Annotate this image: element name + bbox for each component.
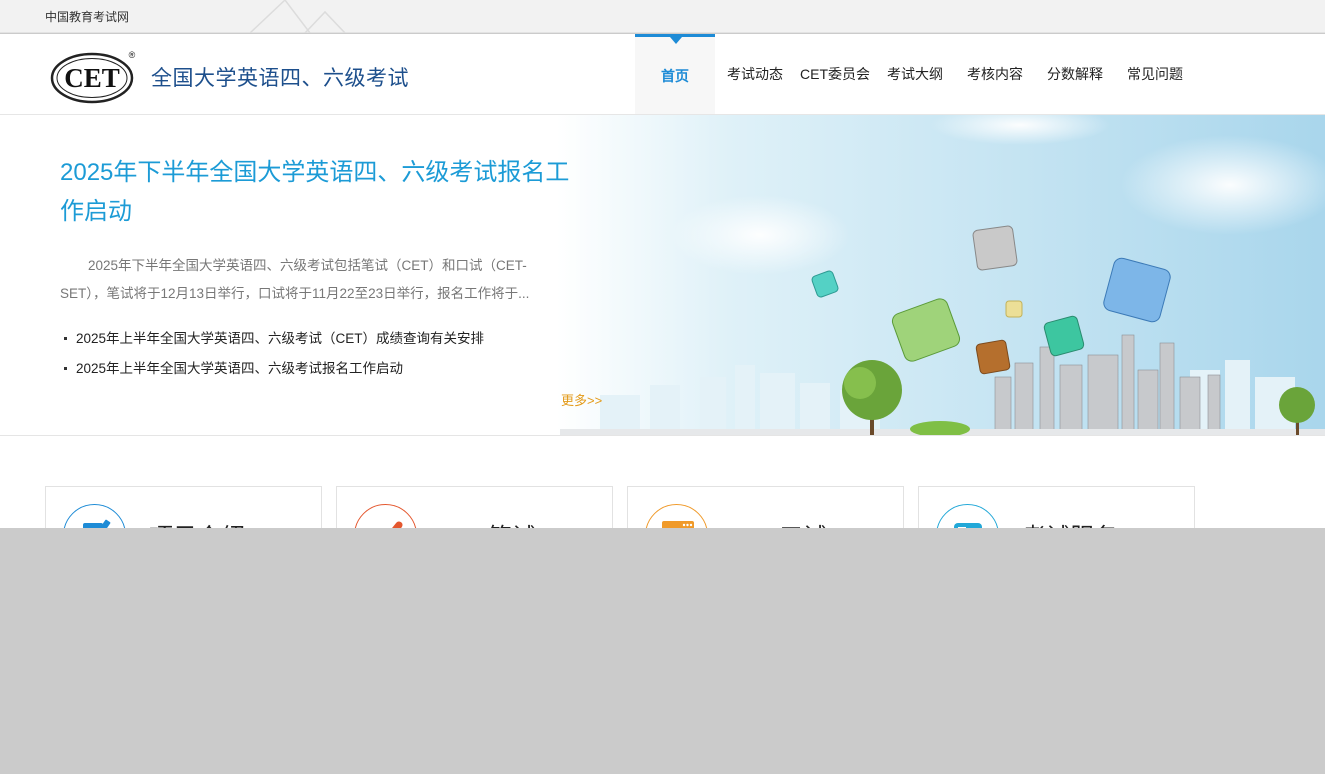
- nav-item-content[interactable]: 考核内容: [955, 34, 1035, 114]
- card-project-intro[interactable]: 项目介绍: [45, 486, 322, 528]
- unloaded-area: [0, 528, 1325, 774]
- nav-label: 首页: [661, 67, 689, 84]
- card-label: 考试服务: [1022, 517, 1118, 528]
- nav-label: 考试动态: [727, 66, 783, 82]
- nav-item-committee[interactable]: CET委员会: [795, 34, 875, 114]
- nav-label: CET委员会: [800, 66, 870, 82]
- headline-news-title[interactable]: 2025年下半年全国大学英语四、六级考试报名工作启动: [60, 153, 580, 231]
- nav-item-news[interactable]: 考试动态: [715, 34, 795, 114]
- news-list: 2025年上半年全国大学英语四、六级考试（CET）成绩查询有关安排 2025年上…: [62, 324, 484, 384]
- news-item[interactable]: 2025年上半年全国大学英语四、六级考试报名工作启动: [62, 354, 484, 384]
- mountain-decoration: [250, 0, 346, 33]
- card-icon-circle: [354, 504, 417, 528]
- active-caret: [670, 37, 682, 44]
- site-title[interactable]: 全国大学英语四、六级考试: [151, 62, 409, 92]
- document-pen-icon: [82, 519, 110, 528]
- card-label: 项目介绍: [149, 517, 245, 528]
- more-link[interactable]: 更多>>: [561, 390, 602, 409]
- nav-item-faq[interactable]: 常见问题: [1115, 34, 1195, 114]
- nav-label: 常见问题: [1127, 66, 1183, 82]
- nav-item-home[interactable]: 首页: [635, 34, 715, 114]
- card-cet-written[interactable]: CET笔试: [336, 486, 613, 528]
- news-item[interactable]: 2025年上半年全国大学英语四、六级考试（CET）成绩查询有关安排: [62, 324, 484, 354]
- hero-banner: 2025年下半年全国大学英语四、六级考试报名工作启动 2025年下半年全国大学英…: [0, 115, 1325, 436]
- nav-item-syllabus[interactable]: 考试大纲: [875, 34, 955, 114]
- main-nav: 首页 考试动态 CET委员会 考试大纲 考核内容 分数解释 常见问题: [635, 34, 1195, 114]
- top-bar: 中国教育考试网: [0, 0, 1325, 33]
- nav-label: 考核内容: [967, 66, 1023, 82]
- card-icon-circle: [63, 504, 126, 528]
- card-label: CET笔试: [440, 517, 536, 528]
- nav-item-scores[interactable]: 分数解释: [1035, 34, 1115, 114]
- feature-cards-section: 项目介绍 CET笔试 CET口试 考试服务: [0, 436, 1325, 528]
- registered-mark: ®: [129, 50, 136, 60]
- headline-news-summary: 2025年下半年全国大学英语四、六级考试包括笔试（CET）和口试（CET-SET…: [60, 258, 530, 301]
- card-label: CET口试: [731, 517, 827, 528]
- speech-icon: [661, 521, 694, 528]
- nav-label: 分数解释: [1047, 66, 1103, 82]
- site-link-neea[interactable]: 中国教育考试网: [45, 8, 129, 25]
- check-icon: [391, 521, 402, 528]
- service-icon: [953, 523, 982, 528]
- nav-label: 考试大纲: [887, 66, 943, 82]
- card-exam-service[interactable]: 考试服务: [918, 486, 1195, 528]
- card-cet-oral[interactable]: CET口试: [627, 486, 904, 528]
- card-icon-circle: [936, 504, 999, 528]
- site-header: CET ® 全国大学英语四、六级考试 首页 考试动态 CET委员会 考试大纲 考…: [0, 34, 1325, 115]
- logo-text: CET: [64, 63, 120, 93]
- cet-logo[interactable]: CET ®: [50, 48, 140, 104]
- card-icon-circle: [645, 504, 708, 528]
